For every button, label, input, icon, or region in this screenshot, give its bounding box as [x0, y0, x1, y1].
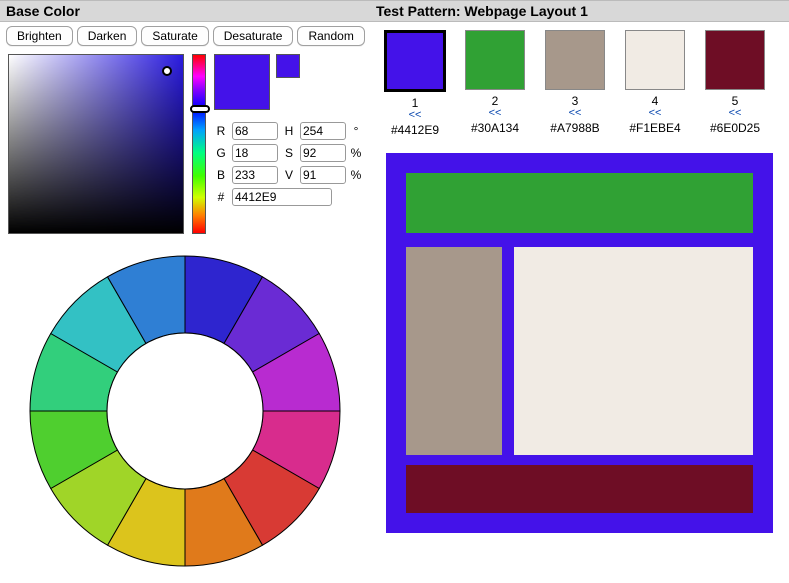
h-input[interactable]: [300, 122, 346, 140]
swatch-row: 1<<#4412E92<<#30A1343<<#A7988B4<<#F1EBE4…: [370, 22, 789, 141]
v-input[interactable]: [300, 166, 346, 184]
swatch-number: 2: [492, 94, 499, 108]
saturation-value-picker[interactable]: [8, 54, 184, 234]
swatch-hex: #F1EBE4: [629, 121, 680, 135]
brighten-button[interactable]: Brighten: [6, 26, 73, 46]
swatch-number: 3: [572, 94, 579, 108]
random-button[interactable]: Random: [297, 26, 364, 46]
swatch-arrow-icon[interactable]: <<: [649, 108, 662, 119]
swatch-arrow-icon[interactable]: <<: [729, 108, 742, 119]
swatch-hex: #A7988B: [550, 121, 599, 135]
swatch-arrow-icon[interactable]: <<: [569, 108, 582, 119]
hue-cursor-icon[interactable]: [190, 105, 210, 113]
base-color-toolbar: Brighten Darken Saturate Desaturate Rand…: [0, 22, 370, 50]
g-input[interactable]: [232, 144, 278, 162]
r-label: R: [214, 124, 228, 138]
s-label: S: [282, 146, 296, 160]
swatch-arrow-icon[interactable]: <<: [489, 108, 502, 119]
test-pattern-header: Test Pattern: Webpage Layout 1: [370, 0, 789, 22]
swatch-1[interactable]: [384, 30, 446, 92]
swatch-hex: #30A134: [471, 121, 519, 135]
swatch-hex: #4412E9: [391, 123, 439, 137]
swatch-4[interactable]: [625, 30, 685, 90]
swatch-hex: #6E0D25: [710, 121, 760, 135]
layout-footer: [406, 465, 753, 513]
swatch-3[interactable]: [545, 30, 605, 90]
hex-input[interactable]: [232, 188, 332, 206]
saturate-button[interactable]: Saturate: [141, 26, 208, 46]
swatch-2[interactable]: [465, 30, 525, 90]
b-label: B: [214, 168, 228, 182]
swatch-col-1: 1<< #4412E9: [382, 30, 448, 137]
swatch-number: 1: [412, 96, 419, 110]
g-label: G: [214, 146, 228, 160]
swatch-5[interactable]: [705, 30, 765, 90]
layout-preview: [386, 153, 773, 533]
v-label: V: [282, 168, 296, 182]
swatch-col-4: 4<< #F1EBE4: [622, 30, 688, 137]
sv-cursor-icon[interactable]: [162, 66, 172, 76]
swatch-number: 4: [652, 94, 659, 108]
wheel-center: [107, 333, 263, 489]
color-preview-small: [276, 54, 300, 78]
s-input[interactable]: [300, 144, 346, 162]
swatch-number: 5: [732, 94, 739, 108]
swatch-col-2: 2<< #30A134: [462, 30, 528, 137]
b-input[interactable]: [232, 166, 278, 184]
s-unit: %: [350, 146, 362, 160]
swatch-col-5: 5<< #6E0D25: [702, 30, 768, 137]
h-label: H: [282, 124, 296, 138]
h-unit: °: [350, 124, 362, 138]
layout-main: [514, 247, 753, 455]
v-unit: %: [350, 168, 362, 182]
color-wheel[interactable]: [20, 246, 350, 576]
hue-slider[interactable]: [192, 54, 206, 234]
swatch-col-3: 3<< #A7988B: [542, 30, 608, 137]
hex-label: #: [214, 190, 228, 204]
darken-button[interactable]: Darken: [77, 26, 138, 46]
layout-side: [406, 247, 502, 455]
swatch-arrow-icon[interactable]: <<: [409, 110, 422, 121]
base-color-header: Base Color: [0, 0, 370, 22]
layout-header: [406, 173, 753, 233]
desaturate-button[interactable]: Desaturate: [213, 26, 294, 46]
r-input[interactable]: [232, 122, 278, 140]
color-preview-large: [214, 54, 270, 110]
